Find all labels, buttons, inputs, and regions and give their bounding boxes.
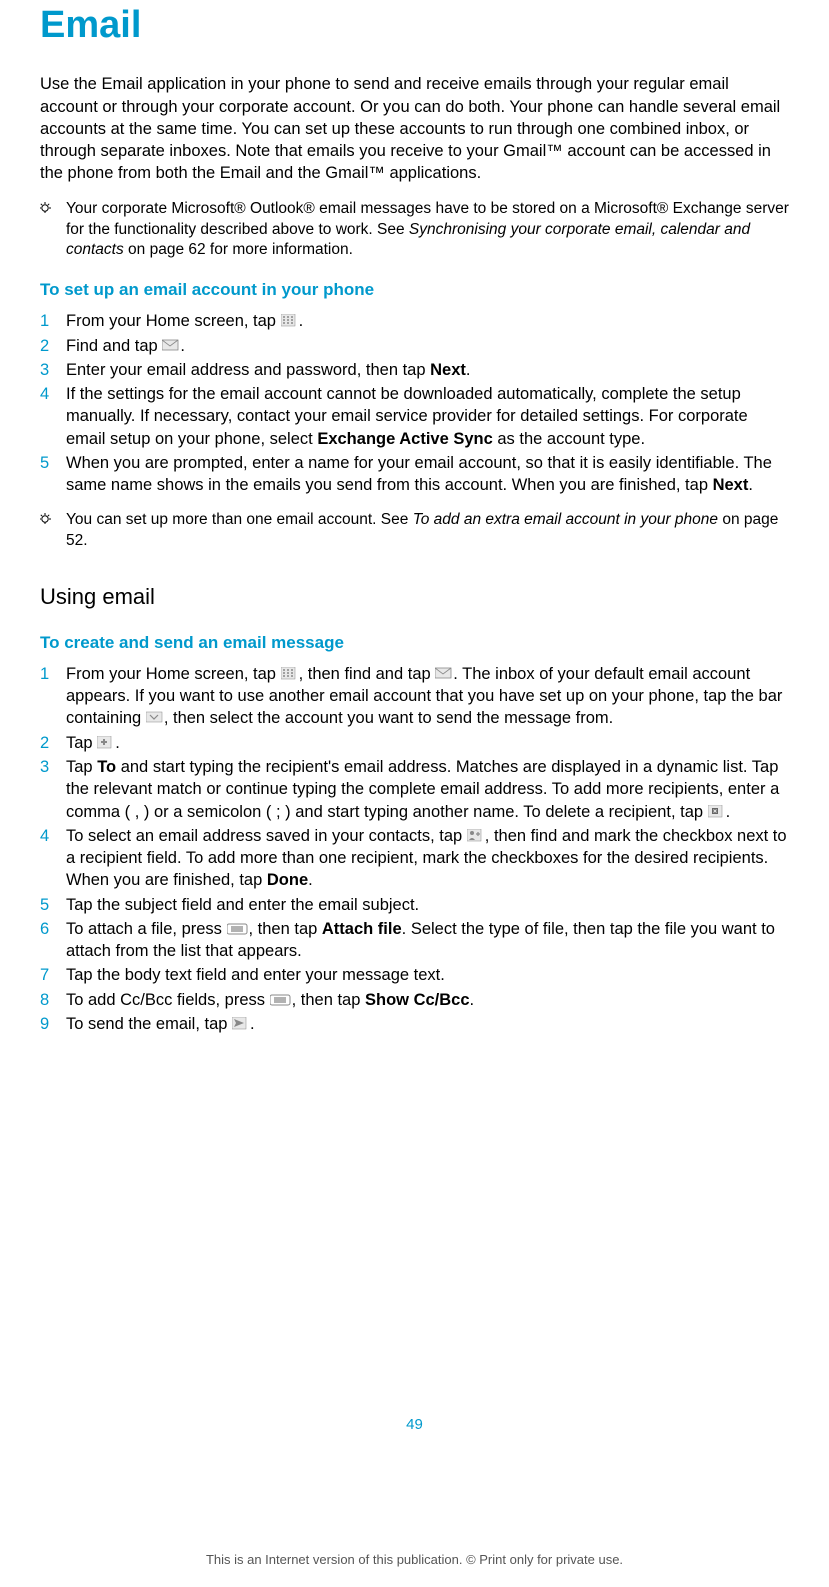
subsection-using-email: Using email <box>40 582 789 612</box>
heading-create-send: To create and send an email message <box>40 632 789 655</box>
page-title: Email <box>40 0 789 51</box>
send-icon <box>232 1017 250 1031</box>
step-1: 1From your Home screen, tap , then find … <box>66 663 789 730</box>
step-5: 5When you are prompted, enter a name for… <box>66 452 789 497</box>
step-6: 6To attach a file, press , then tap Atta… <box>66 918 789 963</box>
step-7: 7Tap the body text field and enter your … <box>66 964 789 986</box>
envelope-icon <box>435 667 453 681</box>
chevron-down-icon <box>146 711 164 725</box>
step-2: 2Tap . <box>66 732 789 754</box>
apps-grid-icon <box>281 314 299 328</box>
step-1: 1From your Home screen, tap . <box>66 310 789 332</box>
page-number: 49 <box>40 1415 789 1435</box>
heading-setup-email: To set up an email account in your phone <box>40 279 789 302</box>
plus-icon <box>97 736 115 750</box>
tip-icon <box>40 201 62 215</box>
step-4: 4If the settings for the email account c… <box>66 383 789 450</box>
step-2: 2Find and tap . <box>66 335 789 357</box>
step-4: 4To select an email address saved in you… <box>66 825 789 892</box>
step-9: 9To send the email, tap . <box>66 1013 789 1035</box>
tip-icon <box>40 512 62 526</box>
step-8: 8To add Cc/Bcc fields, press , then tap … <box>66 989 789 1011</box>
setup-steps-list: 1From your Home screen, tap . 2Find and … <box>66 310 789 496</box>
tip-multiple-accounts: You can set up more than one email accou… <box>40 510 789 552</box>
tip-corporate-outlook: Your corporate Microsoft® Outlook® email… <box>40 199 789 262</box>
add-contact-icon <box>467 829 485 843</box>
menu-icon <box>227 922 249 936</box>
envelope-icon <box>162 339 180 353</box>
step-5: 5Tap the subject field and enter the ema… <box>66 894 789 916</box>
tip-text: You can set up more than one email accou… <box>66 510 789 552</box>
step-3: 3Tap To and start typing the recipient's… <box>66 756 789 823</box>
tip-text: Your corporate Microsoft® Outlook® email… <box>66 199 789 262</box>
intro-paragraph: Use the Email application in your phone … <box>40 73 789 184</box>
create-steps-list: 1From your Home screen, tap , then find … <box>66 663 789 1035</box>
menu-icon <box>270 993 292 1007</box>
delete-icon <box>708 805 726 819</box>
step-3: 3Enter your email address and password, … <box>66 359 789 381</box>
apps-grid-icon <box>281 667 299 681</box>
footer-notice: This is an Internet version of this publ… <box>0 1551 829 1569</box>
